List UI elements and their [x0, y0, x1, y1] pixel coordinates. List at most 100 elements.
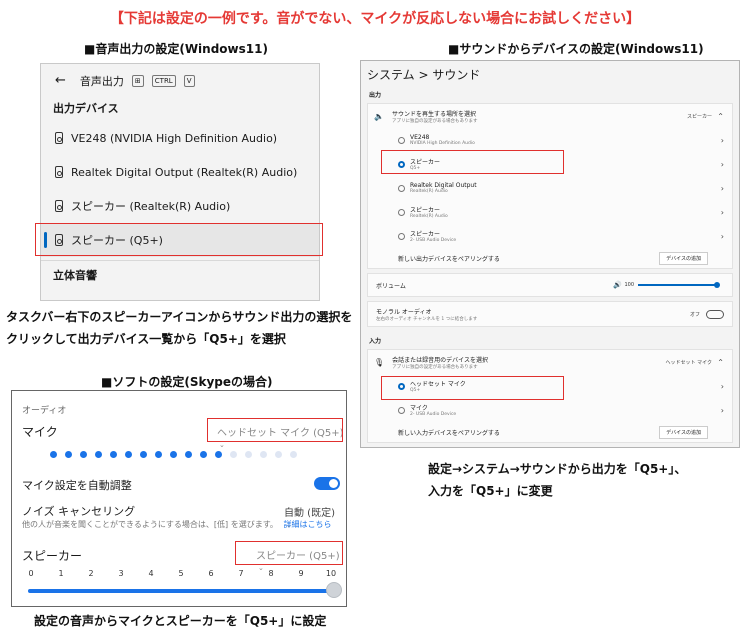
mic-level-dot	[65, 451, 72, 458]
audio-heading: オーディオ	[22, 406, 67, 416]
volume-tick-label: 10	[325, 569, 337, 578]
input-select-header[interactable]: 🎙 会話または録音用のデバイスを選択 アプリに独自の設定がある場合もあります ヘ…	[368, 350, 732, 374]
learn-more-link[interactable]: 詳細はこちら	[283, 520, 331, 529]
chevron-right-icon: ›	[720, 135, 724, 145]
input-header-value: ヘッドセット マイク	[665, 359, 713, 366]
speaker-volume-track[interactable]	[28, 589, 334, 593]
noise-cancel-value: 自動 (既定)	[284, 508, 335, 519]
highlight-box	[207, 418, 343, 442]
v-key: V	[183, 74, 195, 87]
device-item[interactable]: VE248 (NVIDIA High Definition Audio)	[41, 121, 319, 155]
mic-level-dot	[185, 451, 192, 458]
caption-line: タスクバー右下のスピーカーアイコンからサウンド出力の選択を	[6, 310, 353, 324]
noise-cancel-label: ノイズ キャンセリング	[22, 505, 136, 518]
caption-line: 入力を「Q5+」に変更	[428, 484, 553, 498]
device-name: スピーカー	[410, 231, 441, 238]
output-device-row[interactable]: スピーカー Realtek(R) Audio ›	[368, 200, 732, 224]
device-sub: 2- USB Audio Device	[410, 238, 457, 243]
device-sub: 2- USB Audio Device	[410, 412, 457, 417]
device-name: マイク	[410, 405, 428, 412]
radio-button[interactable]	[398, 136, 405, 144]
chevron-down-icon: ⌄	[258, 564, 264, 572]
input-device-row[interactable]: マイク 2- USB Audio Device ›	[368, 398, 732, 422]
mic-level-dot	[95, 451, 102, 458]
radio-button[interactable]	[398, 184, 405, 192]
noise-cancel-desc-text: 他の人が音楽を聞くことができるようにする場合は、[低] を選びます。	[22, 520, 278, 529]
pair-output-row: 新しい出力デバイスをペアリングする デバイスの追加	[368, 248, 732, 268]
radio-button[interactable]	[398, 208, 405, 216]
output-device-row[interactable]: スピーカー 2- USB Audio Device ›	[368, 224, 732, 248]
output-section-label: 出力	[369, 92, 382, 99]
output-card: 🔈 サウンドを再生する場所を選択 アプリに独自の設定がある場合もあります スピー…	[367, 103, 733, 269]
device-name: Realtek Digital Output	[410, 182, 477, 189]
speaker-label: スピーカー	[22, 549, 83, 563]
device-label: Realtek Digital Output (Realtek(R) Audio…	[71, 165, 298, 179]
volume-slider[interactable]	[638, 284, 718, 286]
device-item[interactable]: スピーカー (Realtek(R) Audio)	[41, 189, 319, 223]
device-label: スピーカー (Realtek(R) Audio)	[71, 200, 231, 213]
mic-level-dot	[170, 451, 177, 458]
speaker-icon	[55, 200, 63, 212]
add-device-button[interactable]: デバイスの追加	[659, 425, 708, 439]
volume-tick-label: 7	[238, 569, 244, 578]
volume-tick-label: 9	[298, 569, 304, 578]
volume-tick-label: 5	[178, 569, 184, 578]
mic-level-dot	[260, 451, 267, 458]
mic-level-dot	[110, 451, 117, 458]
section1-caption: タスクバー右下のスピーカーアイコンからサウンド出力の選択を クリックして出力デバ…	[6, 306, 352, 350]
mic-label: マイク	[22, 425, 58, 439]
breadcrumb: システム > サウンド	[367, 68, 481, 82]
windows-key-icon: ⊞	[131, 74, 144, 87]
volume-tick-label: 0	[28, 569, 34, 578]
chevron-right-icon: ›	[720, 231, 724, 241]
noise-cancel-desc: 他の人が音楽を聞くことができるようにする場合は、[低] を選びます。 詳細はこち…	[22, 519, 331, 530]
panel-header: ← 音声出力 ⊞ CTRL V	[41, 64, 319, 97]
mic-level-dot	[215, 451, 222, 458]
device-sub: NVIDIA High Definition Audio	[410, 141, 475, 146]
highlight-box	[35, 223, 323, 256]
caption-line: クリックして出力デバイス一覧から「Q5+」を選択	[6, 332, 286, 346]
pair-input-label: 新しい入力デバイスをペアリングする	[398, 429, 500, 437]
input-header-title: 会話または録音用のデバイスを選択	[392, 356, 488, 364]
speaker-volume-thumb[interactable]	[326, 582, 342, 598]
volume-tick-label: 8	[268, 569, 274, 578]
ctrl-key: CTRL	[151, 74, 176, 87]
highlight-box	[381, 150, 564, 174]
add-device-button[interactable]: デバイスの追加	[659, 251, 708, 265]
device-label: VE248 (NVIDIA High Definition Audio)	[71, 131, 278, 145]
input-section-label: 入力	[369, 338, 382, 345]
device-name: スピーカー	[410, 207, 441, 214]
output-select-header[interactable]: 🔈 サウンドを再生する場所を選択 アプリに独自の設定がある場合もあります スピー…	[368, 104, 732, 128]
highlight-box	[381, 376, 564, 400]
mic-level-dot	[200, 451, 207, 458]
output-devices-heading: 出力デバイス	[53, 102, 119, 115]
panel-header-title: 音声出力	[79, 74, 124, 88]
output-device-row[interactable]: Realtek Digital Output Realtek(R) Audio ›	[368, 176, 732, 200]
radio-button[interactable]	[398, 232, 405, 240]
spatial-audio-heading[interactable]: 立体音響	[41, 264, 319, 288]
volume-tick-label: 3	[118, 569, 124, 578]
device-sub: Realtek(R) Audio	[410, 189, 448, 194]
auto-adjust-toggle[interactable]	[314, 477, 340, 490]
mono-audio-sub: 左右のオーディオ チャンネルを 1 つに結合します	[376, 316, 478, 322]
mono-audio-toggle[interactable]	[706, 309, 724, 319]
volume-label: ボリューム	[376, 282, 406, 290]
audio-output-panel: ← 音声出力 ⊞ CTRL V 出力デバイス VE248 (NVIDIA Hig…	[40, 63, 320, 301]
volume-icon: 🔊	[613, 281, 622, 289]
speaker-icon	[55, 166, 63, 178]
device-name: VE248	[410, 134, 430, 141]
back-arrow-icon[interactable]: ←	[55, 73, 66, 88]
chevron-right-icon: ›	[720, 207, 724, 217]
device-item[interactable]: Realtek Digital Output (Realtek(R) Audio…	[41, 155, 319, 189]
speaker-icon: 🔈	[374, 111, 384, 121]
divider	[41, 260, 319, 261]
input-header-sub: アプリに独自の設定がある場合もあります	[392, 364, 478, 370]
chevron-right-icon: ›	[720, 183, 724, 193]
mic-level-dot	[230, 451, 237, 458]
mic-level-dot	[125, 451, 132, 458]
volume-slider-thumb[interactable]	[714, 282, 720, 288]
radio-button[interactable]	[398, 406, 405, 414]
output-device-row[interactable]: VE248 NVIDIA High Definition Audio ›	[368, 128, 732, 152]
mic-level-dot	[50, 451, 57, 458]
banner-text: 【下記は設定の一例です。音がでない、マイクが反応しない場合にお試しください】	[109, 11, 641, 27]
